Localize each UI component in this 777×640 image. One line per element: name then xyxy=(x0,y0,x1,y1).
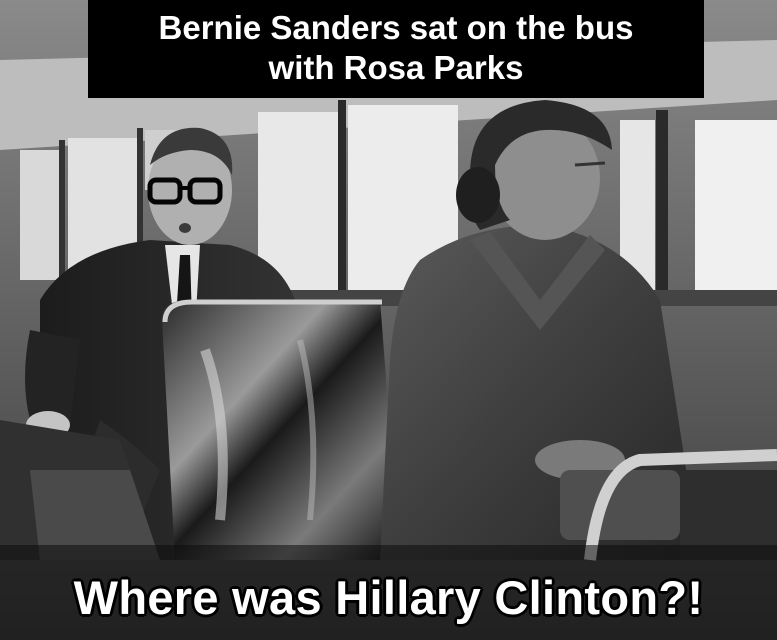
meme-image: Bernie Sanders sat on the bus with Rosa … xyxy=(0,0,777,640)
top-caption-line-2: with Rosa Parks xyxy=(268,49,524,86)
bus-seat-back xyxy=(162,299,400,560)
bottom-caption: Where was Hillary Clinton?! xyxy=(73,571,704,624)
top-caption-box: Bernie Sanders sat on the bus with Rosa … xyxy=(88,0,704,98)
top-caption-line-1: Bernie Sanders sat on the bus xyxy=(158,9,634,46)
